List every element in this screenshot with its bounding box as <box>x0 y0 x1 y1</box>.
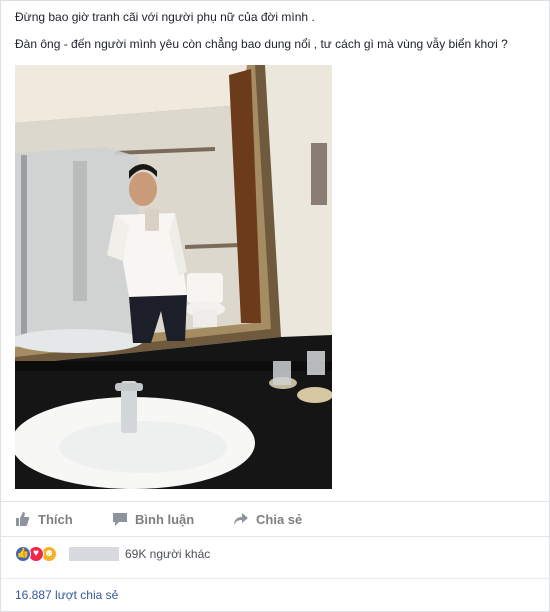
share-label: Chia sẻ <box>256 511 303 527</box>
facebook-post: Đừng bao giờ tranh cãi với người phụ nữ … <box>0 0 550 612</box>
like-icon: 👍 <box>15 546 31 562</box>
post-text: Đừng bao giờ tranh cãi với người phụ nữ … <box>15 9 535 63</box>
reactions-summary[interactable]: 👍 ♥ ☻ 69K người khác <box>1 536 549 572</box>
share-count-row: 16.887 lượt chia sẻ <box>1 578 549 611</box>
like-label: Thích <box>38 511 73 527</box>
comment-button[interactable]: Bình luận <box>112 502 194 536</box>
share-button[interactable]: Chia sẻ <box>233 502 302 536</box>
thumbs-up-icon <box>15 511 31 527</box>
post-text-line-2: Đàn ông - đến người mình yêu còn chẳng b… <box>15 37 508 51</box>
comment-label: Bình luận <box>135 511 195 527</box>
comment-icon <box>112 511 128 527</box>
reaction-count[interactable]: 69K người khác <box>125 547 210 561</box>
share-arrow-icon <box>233 511 249 527</box>
redacted-name <box>69 547 119 561</box>
post-photo[interactable] <box>15 65 332 489</box>
reaction-icons: 👍 ♥ ☻ <box>15 545 59 563</box>
post-text-line-1: Đừng bao giờ tranh cãi với người phụ nữ … <box>15 10 315 24</box>
like-button[interactable]: Thích <box>15 502 73 536</box>
post-action-bar: Thích Bình luận Chia sẻ <box>1 501 549 537</box>
share-count-link[interactable]: 16.887 lượt chia sẻ <box>15 588 118 602</box>
